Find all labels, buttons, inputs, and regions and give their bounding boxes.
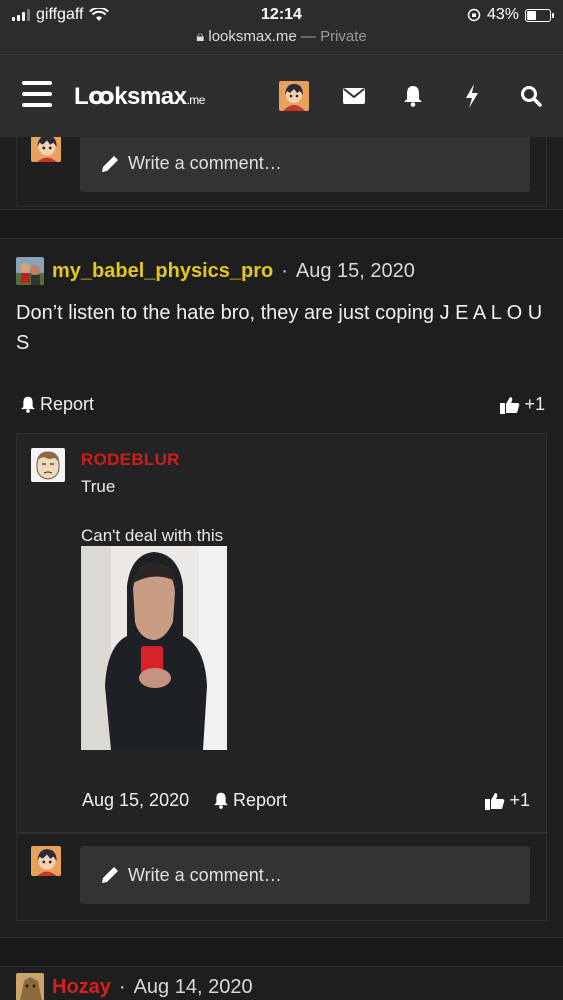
reaction-button[interactable]: +1: [500, 394, 545, 415]
search-icon[interactable]: [517, 82, 545, 110]
ios-status-bar: giffgaff 12:14 43% 🔒︎ looksmax.me — Priv…: [0, 0, 563, 54]
thread-content: Write a comment… my_babel_physics_pro · …: [0, 137, 563, 1000]
orientation-lock-icon: [467, 8, 481, 22]
report-link[interactable]: Report: [20, 394, 94, 415]
lock-icon: 🔒︎: [196, 28, 205, 45]
next-post-header: Hozay · Aug 14, 2020: [16, 973, 253, 1000]
write-comment-placeholder: Write a comment…: [128, 153, 282, 173]
next-post-date[interactable]: Aug 14, 2020: [134, 976, 253, 999]
reply-line-1: True: [81, 477, 116, 496]
thumbs-up-icon: [485, 792, 505, 810]
battery-icon: [525, 8, 554, 22]
site-navbar: Lꝏksmax.me: [0, 54, 563, 137]
pencil-icon: [102, 867, 118, 883]
next-post-author-link[interactable]: Hozay: [52, 976, 111, 999]
battery-percent: 43%: [486, 6, 519, 23]
user-avatar[interactable]: [279, 81, 309, 111]
url-domain: looksmax.me: [208, 28, 297, 45]
post-comment-block: Write a comment…: [16, 833, 547, 921]
post-date[interactable]: Aug 15, 2020: [296, 260, 415, 283]
reply-date[interactable]: Aug 15, 2020: [82, 790, 189, 811]
post-author-link[interactable]: my_babel_physics_pro: [52, 260, 273, 283]
write-comment-input[interactable]: Write a comment…: [80, 846, 530, 904]
bell-icon: [214, 792, 228, 809]
reply-author-avatar[interactable]: [31, 448, 65, 482]
next-post-author-avatar[interactable]: [16, 973, 44, 1000]
post-author-avatar[interactable]: [16, 257, 44, 285]
reply-reaction-button[interactable]: +1: [485, 790, 530, 811]
post-divider: [0, 937, 563, 967]
write-comment-input[interactable]: Write a comment…: [80, 137, 530, 192]
private-mode-label: Private: [320, 28, 367, 45]
pencil-icon: [102, 155, 118, 172]
write-comment-placeholder: Write a comment…: [128, 864, 282, 885]
report-label: Report: [40, 394, 95, 414]
reaction-count: +1: [524, 394, 545, 414]
logo-text: Lꝏksmax: [74, 83, 187, 110]
reply-author-link[interactable]: RODEBLUR: [81, 450, 180, 470]
post-date-separator: ·: [281, 259, 288, 282]
url-bar[interactable]: 🔒︎ looksmax.me — Private: [0, 28, 563, 45]
post-body: Don’t listen to the hate bro, they are j…: [16, 302, 543, 354]
reply-report-link[interactable]: Report: [213, 790, 287, 811]
bolt-icon[interactable]: [458, 82, 486, 110]
commenter-avatar: [31, 137, 61, 162]
reply-comment: RODEBLUR True Can't deal with this Aug 1…: [16, 433, 547, 833]
post-divider: [0, 209, 563, 239]
thumbs-up-icon: [500, 396, 520, 414]
reply-reaction-count: +1: [509, 790, 530, 810]
reply-report-label: Report: [233, 790, 288, 810]
reply-date-text: Aug 15, 2020: [82, 790, 190, 810]
url-separator: —: [296, 28, 321, 45]
bell-icon: [21, 396, 35, 413]
bell-icon[interactable]: [399, 82, 427, 110]
site-logo[interactable]: Lꝏksmax.me: [74, 82, 205, 111]
attached-photo[interactable]: [81, 546, 227, 750]
commenter-avatar: [31, 846, 61, 876]
previous-post-comment-block: Write a comment…: [16, 137, 547, 207]
menu-icon[interactable]: [22, 81, 52, 107]
reply-line-2: Can't deal with this: [81, 526, 224, 545]
logo-suffix: .me: [186, 93, 205, 107]
envelope-icon[interactable]: [340, 82, 368, 110]
next-post-date-separator: ·: [118, 975, 126, 998]
